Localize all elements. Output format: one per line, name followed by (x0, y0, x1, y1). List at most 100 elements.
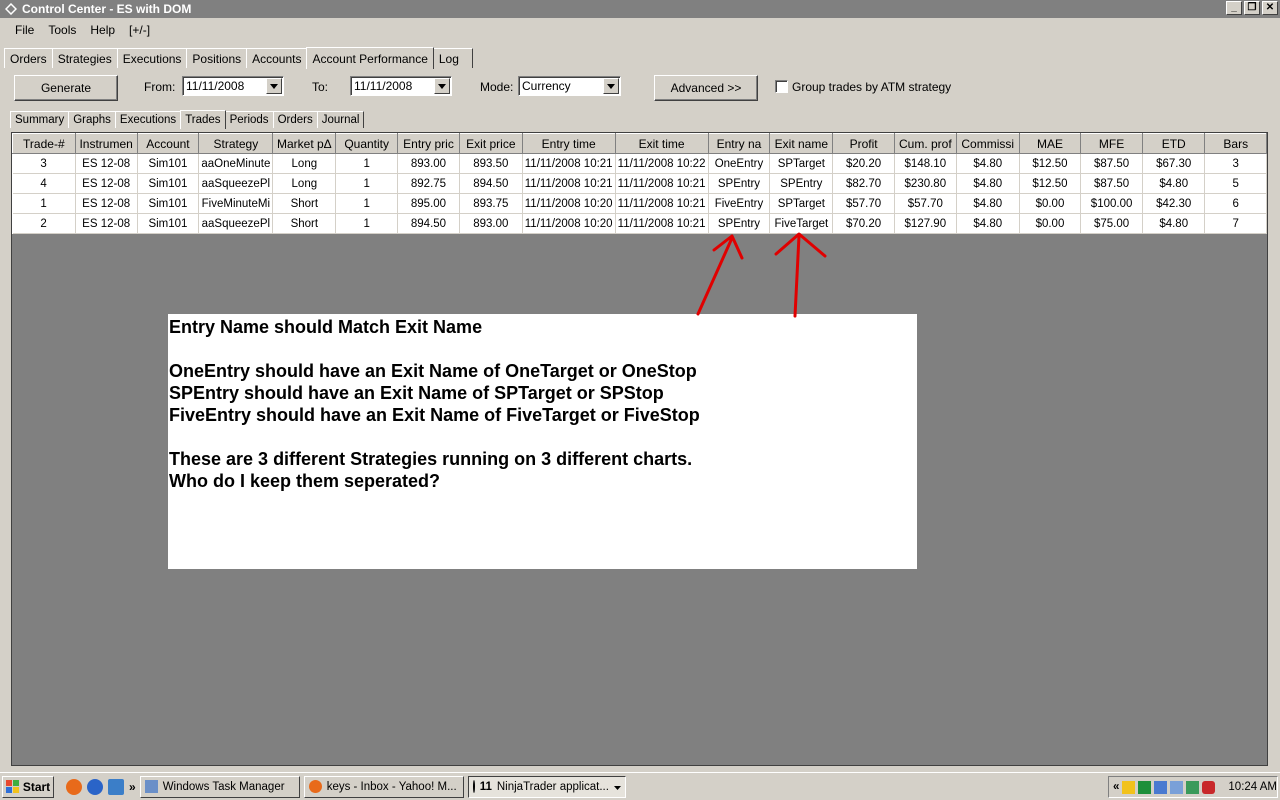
table-row[interactable]: 1 ES 12-08 Sim101 FiveMinuteMi Short 1 895.00 8… (12, 193, 1267, 214)
generate-button[interactable]: Generate (14, 75, 118, 101)
hand-icon[interactable] (1122, 780, 1136, 794)
internet-explorer-icon[interactable] (87, 778, 103, 795)
tab-strategies[interactable]: Strategies (51, 48, 118, 68)
column-header[interactable]: Strategy (198, 133, 274, 154)
from-date-picker[interactable]: 11/11/2008 (182, 76, 284, 96)
task-label: keys - Inbox - Yahoo! M... (326, 780, 457, 793)
trades-table: Trade-# Instrumen Account Strategy Marke… (12, 133, 1267, 234)
column-header[interactable]: Quantity (335, 133, 399, 154)
table-cell: 3 (1204, 153, 1267, 174)
tab-executions[interactable]: Executions (116, 48, 188, 68)
windows-logo-icon (5, 779, 19, 793)
column-header[interactable]: Commissi (955, 133, 1020, 154)
task-count: 11 (479, 780, 492, 793)
column-header[interactable]: Market pΔ (272, 133, 337, 154)
start-button[interactable]: Start (2, 775, 54, 798)
table-row[interactable]: 2 ES 12-08 Sim101 aaSqueezePl Short 1 894.50 89… (12, 213, 1267, 234)
column-header[interactable]: Profit (832, 133, 895, 154)
table-cell: Short (272, 193, 337, 214)
column-header[interactable]: Entry pric (397, 133, 460, 154)
column-header[interactable]: Exit time (614, 133, 709, 154)
tab-summary[interactable]: Summary (10, 111, 70, 128)
tab-accounts[interactable]: Accounts (246, 48, 308, 68)
tab-positions[interactable]: Positions (186, 48, 248, 68)
to-date-value: 11/11/2008 (354, 79, 413, 93)
title-bar[interactable]: Control Center - ES with DOM _ ❐ ✕ (0, 0, 1280, 18)
tab-orders-sub[interactable]: Orders (272, 111, 318, 128)
chevron-down-icon[interactable] (603, 78, 619, 94)
table-cell: 893.00 (397, 153, 460, 174)
menu-tools[interactable]: Tools (41, 23, 83, 37)
shield-icon[interactable] (1202, 780, 1216, 794)
mode-value: Currency (522, 79, 571, 93)
table-cell: ES 12-08 (75, 173, 138, 194)
quick-launch-more[interactable]: » (129, 780, 136, 794)
close-button[interactable]: ✕ (1262, 1, 1278, 15)
table-row[interactable]: 4 ES 12-08 Sim101 aaSqueezePl Long 1 892.75 894… (12, 173, 1267, 194)
table-cell: 1 (335, 173, 399, 194)
note-line: These are 3 different Strategies running… (169, 449, 693, 469)
firefox-icon[interactable] (66, 778, 82, 795)
group-by-atm-checkbox[interactable] (775, 80, 788, 93)
tray-expand[interactable]: « (1113, 781, 1119, 793)
tab-log[interactable]: Log (432, 48, 473, 68)
chevron-down-icon[interactable] (266, 78, 282, 94)
task-yahoo-mail[interactable]: keys - Inbox - Yahoo! M... (303, 775, 464, 798)
chevron-down-icon[interactable] (434, 78, 450, 94)
window-title: Control Center - ES with DOM (22, 2, 192, 16)
table-cell: $4.80 (1142, 213, 1206, 234)
minimize-button[interactable]: _ (1226, 1, 1242, 15)
table-cell: $82.70 (832, 173, 895, 194)
column-header[interactable]: Bars (1204, 133, 1267, 154)
column-header[interactable]: Entry time (521, 133, 616, 154)
table-cell: 4 (12, 173, 76, 194)
tab-journal[interactable]: Journal (316, 111, 365, 128)
column-header[interactable]: MAE (1018, 133, 1082, 154)
menu-help[interactable]: Help (83, 23, 122, 37)
ninjatrader-icon (472, 780, 475, 793)
table-cell: $57.70 (832, 193, 895, 214)
table-cell: 6 (1204, 193, 1267, 214)
table-cell: FiveMinuteMi (198, 193, 274, 214)
firefox-icon (308, 780, 322, 793)
column-header[interactable]: Exit price (458, 133, 523, 154)
tab-executions-sub[interactable]: Executions (114, 111, 182, 128)
table-cell: $0.00 (1019, 193, 1082, 214)
table-cell: 3 (12, 153, 76, 174)
column-header[interactable]: Instrumen (74, 133, 138, 154)
table-cell: 893.50 (459, 153, 523, 174)
tab-trades[interactable]: Trades (180, 110, 226, 129)
column-header[interactable]: Entry na (707, 133, 771, 154)
task-windows-task-manager[interactable]: Windows Task Manager (139, 775, 300, 798)
monitor-icon[interactable] (1154, 780, 1168, 794)
table-cell: OneEntry (708, 153, 771, 174)
restore-button[interactable]: ❐ (1244, 1, 1260, 15)
outlook-icon[interactable] (108, 778, 124, 795)
table-cell: Sim101 (137, 153, 200, 174)
safely-remove-icon[interactable] (1186, 780, 1200, 794)
tab-graphs[interactable]: Graphs (68, 111, 116, 128)
task-label: NinjaTrader applicat... (496, 780, 609, 793)
table-cell: $12.50 (1019, 153, 1082, 174)
table-cell: 894.50 (459, 173, 523, 194)
tab-account-performance[interactable]: Account Performance (306, 47, 434, 69)
table-cell: 1 (335, 213, 399, 234)
column-header[interactable]: Exit name (769, 133, 834, 154)
tab-periods[interactable]: Periods (224, 111, 274, 128)
advanced-button[interactable]: Advanced >> (654, 75, 758, 101)
to-date-picker[interactable]: 11/11/2008 (350, 76, 452, 96)
table-row[interactable]: 3 ES 12-08 Sim101 aaOneMinute Long 1 893.00 893… (12, 153, 1267, 174)
network-icon[interactable] (1138, 780, 1152, 794)
menu-file[interactable]: File (8, 23, 41, 37)
column-header[interactable]: Cum. prof (893, 133, 957, 154)
task-ninjatrader-group[interactable]: 11 NinjaTrader applicat... (467, 775, 626, 798)
column-header[interactable]: Account (136, 133, 200, 154)
column-header[interactable]: Trade-# (12, 133, 76, 154)
mode-select[interactable]: Currency (518, 76, 621, 96)
speaker-icon[interactable] (1170, 780, 1184, 794)
tab-orders[interactable]: Orders (4, 48, 53, 68)
table-cell: SPTarget (769, 153, 834, 174)
column-header[interactable]: ETD (1141, 133, 1206, 154)
column-header[interactable]: MFE (1080, 133, 1143, 154)
menu-expand[interactable]: [+/-] (122, 23, 157, 37)
